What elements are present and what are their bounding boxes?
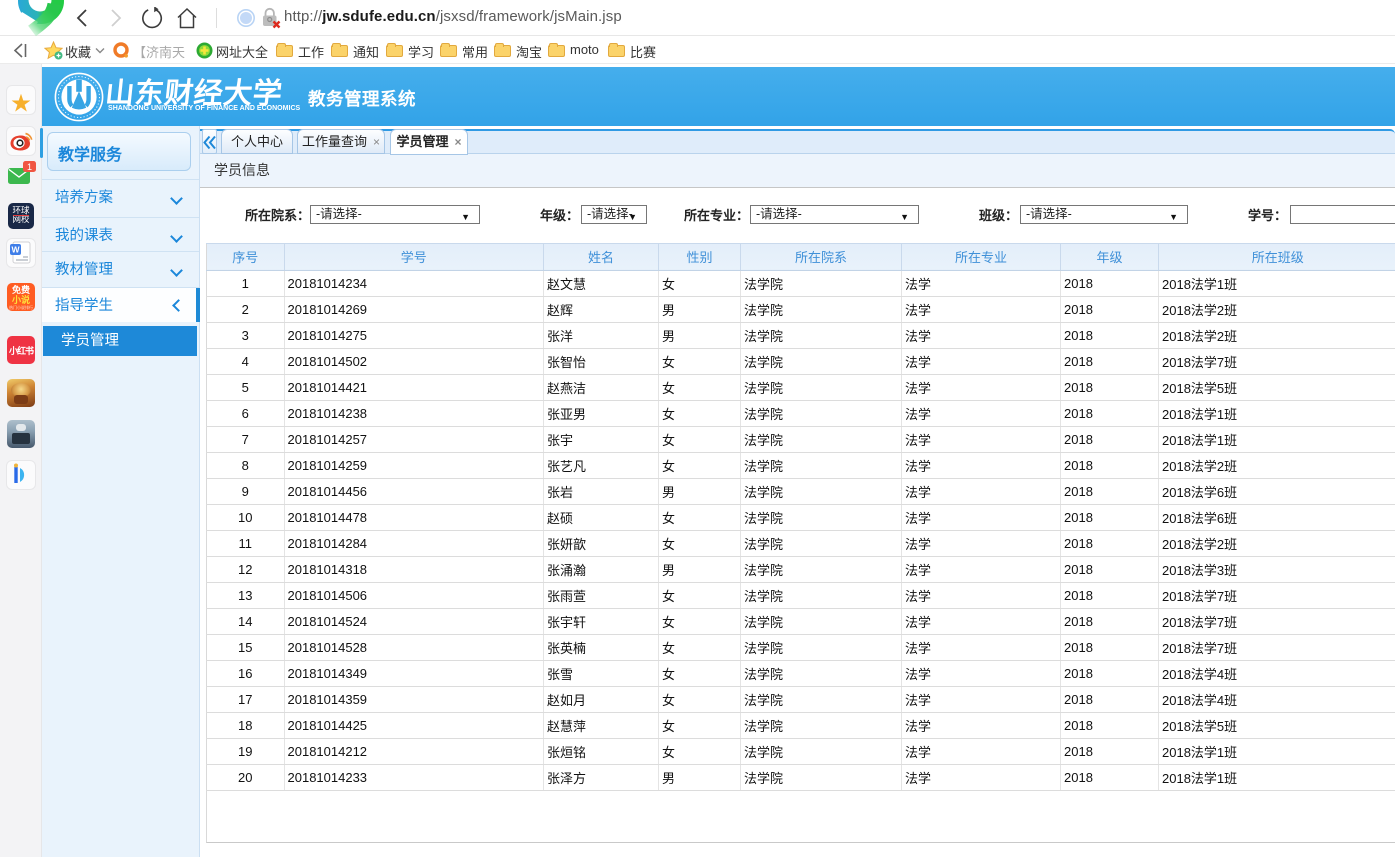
svg-text:1: 1 xyxy=(27,162,32,172)
svg-text:W: W xyxy=(11,245,20,255)
